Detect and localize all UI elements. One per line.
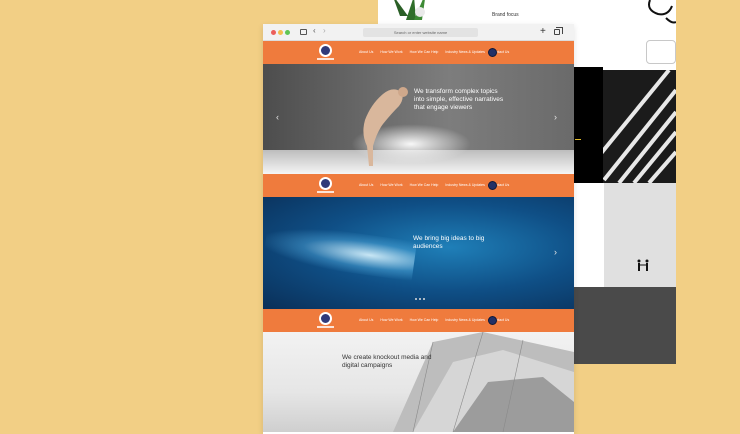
maximize-window-button[interactable] [285, 30, 290, 35]
building-image [393, 332, 574, 432]
logo-wordmark [317, 191, 334, 193]
nav-link-industry-news[interactable]: Industry News & Updates [445, 50, 485, 54]
search-icon[interactable] [488, 181, 497, 190]
forward-arrow-icon[interactable]: › [323, 26, 326, 35]
white-panel [574, 183, 604, 287]
dark-text-panel [573, 67, 603, 183]
chevron-left-icon[interactable]: ‹ [276, 112, 279, 122]
nav-link-about[interactable]: About Us [359, 183, 373, 187]
site-logo[interactable] [319, 312, 332, 325]
nav-link-how-we-can-help[interactable]: How We Can Help [410, 318, 439, 322]
nav-link-how-we-work[interactable]: How We Work [380, 318, 402, 322]
nav-link-how-we-can-help[interactable]: How We Can Help [410, 50, 439, 54]
nav-link-how-we-work[interactable]: How We Work [380, 50, 402, 54]
address-bar[interactable]: Search or enter website name [363, 28, 478, 37]
new-tab-button[interactable]: + [540, 25, 546, 39]
hero-swimmer: We bring big ideas to big audiences › [263, 197, 574, 309]
browser-toolbar: ‹ › Search or enter website name + [263, 24, 574, 41]
hero2-heading: We bring big ideas to big audiences [413, 235, 485, 250]
couple-photo [604, 183, 676, 287]
dancer-figure [363, 87, 408, 166]
minimize-window-button[interactable] [278, 30, 283, 35]
glasses-image [648, 0, 676, 24]
site-logo[interactable] [319, 177, 332, 190]
site-logo[interactable] [319, 44, 332, 57]
chevron-right-icon[interactable]: › [554, 247, 557, 257]
gray-panel [574, 287, 676, 364]
search-icon[interactable] [488, 48, 497, 57]
nav-link-industry-news[interactable]: Industry News & Updates [445, 183, 485, 187]
logo-wordmark [317, 326, 334, 328]
site-nav-bar: About Us How We Work How We Can Help Ind… [263, 174, 574, 197]
hero3-heading: We create knockout media and digital cam… [342, 354, 432, 369]
nav-link-how-we-can-help[interactable]: How We Can Help [410, 183, 439, 187]
site-nav-bar: About Us How We Work How We Can Help Ind… [263, 309, 574, 332]
tab-overview-icon[interactable] [554, 27, 563, 35]
nav-link-about[interactable]: About Us [359, 318, 373, 322]
browser-window: ‹ › Search or enter website name + About… [263, 24, 574, 434]
site-nav-bar: About Us How We Work How We Can Help Ind… [263, 41, 574, 64]
water-splash [263, 220, 418, 282]
brand-focus-label: Brand focus [492, 12, 519, 18]
hero-architecture: We create knockout media and digital cam… [263, 332, 574, 432]
nav-link-how-we-work[interactable]: How We Work [380, 183, 402, 187]
chevron-right-icon[interactable]: › [554, 112, 557, 122]
laptop-image [646, 40, 676, 64]
nav-link-industry-news[interactable]: Industry News & Updates [445, 318, 485, 322]
sidebar-toggle-icon[interactable] [300, 29, 307, 35]
logo-wordmark [317, 58, 334, 60]
nav-link-about[interactable]: About Us [359, 50, 373, 54]
search-icon[interactable] [488, 316, 497, 325]
hero1-heading: We transform complex topics into simple,… [414, 88, 504, 111]
carousel-dots[interactable] [415, 298, 425, 300]
back-arrow-icon[interactable]: ‹ [313, 26, 316, 35]
plant-image [394, 0, 425, 20]
close-window-button[interactable] [271, 30, 276, 35]
hero-dancer: We transform complex topics into simple,… [263, 64, 574, 174]
